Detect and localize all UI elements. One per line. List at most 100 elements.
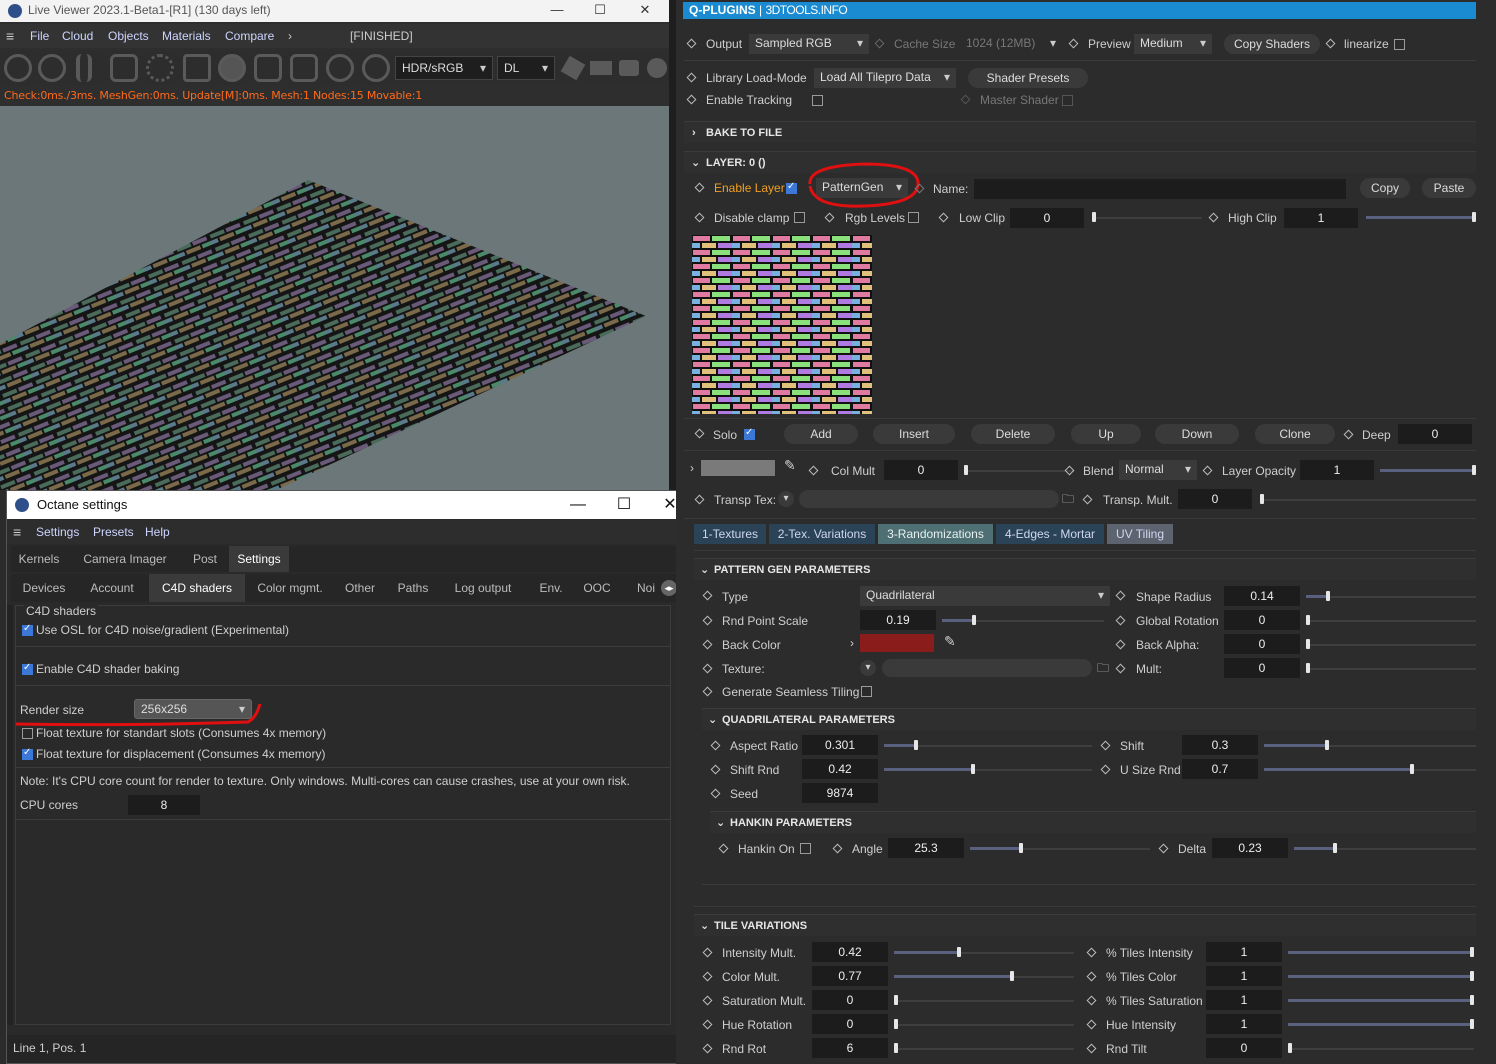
- hankin-header[interactable]: ⌄ HANKIN PARAMETERS: [710, 811, 1476, 833]
- keyframe-diamond-icon[interactable]: [702, 663, 713, 674]
- tv-right-slider-track[interactable]: [1288, 951, 1472, 954]
- float-std-checkbox[interactable]: [22, 728, 33, 739]
- tv-left-field[interactable]: 0.42: [812, 942, 888, 962]
- keyframe-diamond-icon[interactable]: [702, 971, 713, 982]
- focus-picker-icon[interactable]: [326, 54, 354, 82]
- texture-slot[interactable]: [882, 659, 1092, 677]
- keyframe-diamond-icon[interactable]: [1086, 1019, 1097, 1030]
- keyframe-diamond-icon[interactable]: [1343, 429, 1354, 440]
- paste-layer-button[interactable]: Paste: [1422, 178, 1476, 198]
- clone-layer-button[interactable]: Clone: [1255, 424, 1335, 444]
- sphere-icon[interactable]: [218, 54, 246, 82]
- preview-select[interactable]: Medium: [1134, 34, 1212, 54]
- cube-icon[interactable]: [560, 55, 586, 81]
- rnd-point-scale-slider-bg[interactable]: [972, 620, 1104, 622]
- shift-slider-bg[interactable]: [1326, 745, 1476, 747]
- delete-layer-button[interactable]: Delete: [971, 424, 1055, 444]
- col-mult-slider-track[interactable]: [964, 470, 1074, 472]
- insert-layer-button[interactable]: Insert: [873, 424, 955, 444]
- chevron-right-icon[interactable]: ›: [850, 636, 854, 650]
- screen-icon[interactable]: [590, 61, 612, 75]
- keyframe-diamond-icon[interactable]: [1325, 38, 1336, 49]
- delta-field[interactable]: 0.23: [1212, 838, 1288, 858]
- low-clip-slider-track[interactable]: [1092, 217, 1202, 219]
- tab-log-output[interactable]: Log output: [447, 574, 519, 602]
- rnd-point-scale-slider-track[interactable]: [942, 619, 972, 622]
- aspect-ratio-slider-handle[interactable]: [914, 740, 918, 750]
- copy-shaders-button[interactable]: Copy Shaders: [1224, 34, 1320, 54]
- tv-right-slider-handle[interactable]: [1470, 971, 1474, 981]
- eyedropper-icon[interactable]: ✎: [944, 633, 956, 650]
- enable-layer-checkbox[interactable]: [786, 181, 797, 194]
- keyframe-diamond-icon[interactable]: [824, 212, 835, 223]
- tv-left-slider-bg[interactable]: [894, 1048, 1074, 1050]
- keyframe-diamond-icon[interactable]: [686, 72, 697, 83]
- keyframe-diamond-icon[interactable]: [1100, 764, 1111, 775]
- keyframe-diamond-icon[interactable]: [1082, 494, 1093, 505]
- chevron-right-icon[interactable]: ›: [288, 24, 292, 48]
- hamburger-icon[interactable]: ≡: [6, 24, 14, 48]
- keyframe-diamond-icon[interactable]: [702, 639, 713, 650]
- copy-layer-button[interactable]: Copy: [1360, 178, 1410, 198]
- tv-left-field[interactable]: 6: [812, 1038, 888, 1058]
- keyframe-diamond-icon[interactable]: [1208, 212, 1219, 223]
- angle-slider-track[interactable]: [970, 847, 1020, 850]
- library-mode-select[interactable]: Load All Tilepro Data: [814, 68, 956, 88]
- tab-other[interactable]: Other: [337, 574, 383, 602]
- mult-slider-track[interactable]: [1306, 668, 1476, 670]
- chevron-down-icon[interactable]: ▾: [860, 660, 876, 676]
- tv-left-slider-bg[interactable]: [894, 1000, 1074, 1002]
- tv-left-field[interactable]: 0: [812, 990, 888, 1010]
- back-alpha-slider-track[interactable]: [1306, 644, 1476, 646]
- disable-clamp-checkbox[interactable]: [794, 212, 805, 223]
- keyframe-diamond-icon[interactable]: [702, 947, 713, 958]
- maximize-button[interactable]: ☐: [577, 0, 623, 22]
- keyframe-diamond-icon[interactable]: [710, 788, 721, 799]
- keyframe-diamond-icon[interactable]: [710, 764, 721, 775]
- tv-right-field[interactable]: 0: [1206, 1038, 1282, 1058]
- tab-noise[interactable]: Noi: [629, 574, 663, 602]
- shape-radius-slider-track[interactable]: [1306, 595, 1326, 598]
- shape-radius-slider-handle[interactable]: [1326, 591, 1330, 601]
- keyframe-diamond-icon[interactable]: [874, 38, 885, 49]
- rnd-point-scale-field[interactable]: 0.19: [860, 610, 936, 630]
- material-picker-icon[interactable]: [362, 54, 390, 82]
- angle-slider-handle[interactable]: [1019, 843, 1023, 853]
- transp-mult-slider-track[interactable]: [1260, 499, 1476, 501]
- u-size-rnd-slider-handle[interactable]: [1410, 764, 1414, 774]
- keyframe-diamond-icon[interactable]: [694, 182, 705, 193]
- layer-header[interactable]: ⌄ LAYER: 0 (): [684, 151, 1476, 173]
- tv-right-field[interactable]: 1: [1206, 990, 1282, 1010]
- shape-radius-field[interactable]: 0.14: [1224, 586, 1300, 606]
- color-swatch[interactable]: [701, 460, 775, 476]
- delta-slider-handle[interactable]: [1333, 843, 1337, 853]
- tv-right-slider-handle[interactable]: [1288, 1043, 1292, 1053]
- tv-left-slider-bg[interactable]: [894, 1024, 1074, 1026]
- keyframe-diamond-icon[interactable]: [808, 465, 819, 476]
- render-viewport[interactable]: [0, 106, 669, 490]
- enable-baking-checkbox[interactable]: [22, 662, 33, 675]
- back-alpha-field[interactable]: 0: [1224, 634, 1300, 654]
- shift-slider-handle[interactable]: [1325, 740, 1329, 750]
- layer-opacity-field[interactable]: 1: [1300, 460, 1374, 480]
- transp-mult-field[interactable]: 0: [1178, 489, 1252, 509]
- tab-kernels[interactable]: Kernels: [11, 546, 67, 572]
- mult-slider-handle[interactable]: [1306, 663, 1310, 673]
- float-disp-checkbox[interactable]: [22, 747, 33, 760]
- tv-right-slider-handle[interactable]: [1470, 1019, 1474, 1029]
- keyframe-diamond-icon[interactable]: [686, 38, 697, 49]
- cache-size-select[interactable]: 1024 (12MB): [960, 34, 1062, 54]
- circle-icon[interactable]: [647, 58, 667, 78]
- output-select[interactable]: Sampled RGB: [749, 34, 869, 54]
- menu-presets[interactable]: Presets: [93, 520, 134, 544]
- menu-cloud[interactable]: Cloud: [62, 24, 93, 48]
- keyframe-diamond-icon[interactable]: [686, 94, 697, 105]
- keyframe-diamond-icon[interactable]: [1068, 38, 1079, 49]
- transp-mult-slider-handle[interactable]: [1260, 494, 1264, 504]
- tv-right-slider-track[interactable]: [1288, 999, 1472, 1002]
- quadrilateral-header[interactable]: ⌄ QUADRILATERAL PARAMETERS: [702, 708, 1476, 730]
- keyframe-diamond-icon[interactable]: [702, 995, 713, 1006]
- keyframe-diamond-icon[interactable]: [694, 428, 705, 439]
- window-divider[interactable]: [669, 0, 676, 490]
- restart-icon[interactable]: [38, 54, 66, 82]
